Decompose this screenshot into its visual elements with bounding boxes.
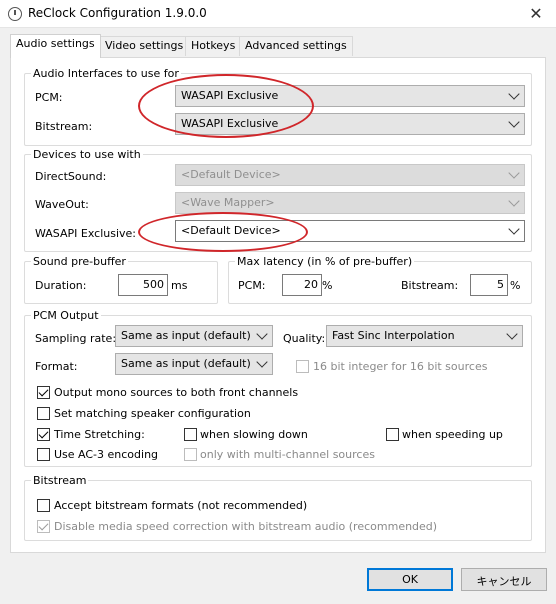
wasapi-label: WASAPI Exclusive:	[35, 227, 136, 240]
speeding-up-label: when speeding up	[402, 428, 503, 441]
int16-checkbox[interactable]	[296, 360, 309, 373]
latency-pcm-unit: %	[322, 279, 333, 292]
prebuffer-legend: Sound pre-buffer	[31, 255, 128, 268]
disable-speed-correction-label: Disable media speed correction with bits…	[54, 520, 438, 533]
latency-bitstream-input[interactable]: 5	[470, 274, 508, 296]
duration-input[interactable]: 500	[118, 274, 168, 296]
audio-interfaces-legend: Audio Interfaces to use for	[31, 67, 181, 80]
window-title: ReClock Configuration 1.9.0.0	[28, 6, 207, 20]
checkmark-icon	[38, 386, 49, 397]
speaker-config-checkbox[interactable]	[37, 407, 50, 420]
disable-speed-correction-checkbox[interactable]	[37, 520, 50, 533]
int16-label: 16 bit integer for 16 bit sources	[313, 360, 488, 373]
devices-legend: Devices to use with	[31, 148, 143, 161]
chevron-down-icon	[508, 195, 520, 207]
chevron-down-icon	[508, 88, 520, 100]
cancel-button[interactable]: キャンセル	[461, 568, 547, 591]
mono-label: Output mono sources to both front channe…	[54, 386, 299, 399]
chevron-down-icon	[256, 328, 268, 340]
directsound-label: DirectSound:	[35, 170, 107, 183]
format-select[interactable]: Same as input (default)	[115, 353, 273, 375]
latency-legend: Max latency (in % of pre-buffer)	[235, 255, 415, 268]
latency-pcm-input[interactable]: 20	[282, 274, 322, 296]
ac3-label: Use AC-3 encoding	[54, 448, 159, 461]
format-label: Format:	[35, 360, 78, 373]
ok-button[interactable]: OK	[367, 568, 453, 591]
sampling-rate-label: Sampling rate:	[35, 332, 117, 345]
app-icon	[8, 7, 22, 21]
multichannel-checkbox[interactable]	[184, 448, 197, 461]
sampling-rate-select[interactable]: Same as input (default)	[115, 325, 273, 347]
bitstream-legend: Bitstream	[31, 474, 89, 487]
checkmark-icon	[38, 520, 49, 531]
chevron-down-icon	[508, 116, 520, 128]
slowing-down-label: when slowing down	[200, 428, 308, 441]
chevron-down-icon	[508, 223, 520, 235]
waveout-device-value: <Wave Mapper>	[181, 196, 275, 209]
chevron-down-icon	[508, 167, 520, 179]
time-stretch-label: Time Stretching:	[54, 428, 145, 441]
format-value: Same as input (default)	[121, 357, 251, 370]
tab-advanced-settings[interactable]: Advanced settings	[239, 36, 353, 56]
close-icon[interactable]: ✕	[524, 2, 548, 26]
time-stretch-checkbox[interactable]	[37, 428, 50, 441]
waveout-device-select[interactable]: <Wave Mapper>	[175, 192, 525, 214]
checkmark-icon	[38, 428, 49, 439]
speaker-config-label: Set matching speaker configuration	[54, 407, 251, 420]
directsound-device-select[interactable]: <Default Device>	[175, 164, 525, 186]
latency-bitstream-label: Bitstream:	[401, 279, 459, 292]
red-annotation-ellipse	[138, 212, 308, 252]
latency-bitstream-unit: %	[510, 279, 521, 292]
speeding-up-checkbox[interactable]	[386, 428, 399, 441]
mono-checkbox[interactable]	[37, 386, 50, 399]
red-annotation-ellipse	[138, 74, 314, 138]
waveout-label: WaveOut:	[35, 198, 89, 211]
chevron-down-icon	[256, 356, 268, 368]
tab-hotkeys[interactable]: Hotkeys	[185, 36, 242, 56]
slowing-down-checkbox[interactable]	[184, 428, 197, 441]
tab-video-settings[interactable]: Video settings	[99, 36, 190, 56]
duration-unit: ms	[171, 279, 188, 292]
pcm-output-legend: PCM Output	[31, 309, 101, 322]
title-bar: ReClock Configuration 1.9.0.0 ✕	[0, 0, 556, 28]
bitstream-label: Bitstream:	[35, 120, 93, 133]
ac3-checkbox[interactable]	[37, 448, 50, 461]
pcm-label: PCM:	[35, 91, 63, 104]
latency-pcm-label: PCM:	[238, 279, 266, 292]
tab-audio-settings[interactable]: Audio settings	[10, 34, 101, 58]
quality-select[interactable]: Fast Sinc Interpolation	[326, 325, 523, 347]
directsound-device-value: <Default Device>	[181, 168, 281, 181]
duration-label: Duration:	[35, 279, 87, 292]
quality-label: Quality:	[283, 332, 326, 345]
quality-value: Fast Sinc Interpolation	[332, 329, 455, 342]
accept-bitstream-checkbox[interactable]	[37, 499, 50, 512]
chevron-down-icon	[506, 328, 518, 340]
multichannel-label: only with multi-channel sources	[200, 448, 375, 461]
sampling-rate-value: Same as input (default)	[121, 329, 251, 342]
accept-bitstream-label: Accept bitstream formats (not recommende…	[54, 499, 308, 512]
